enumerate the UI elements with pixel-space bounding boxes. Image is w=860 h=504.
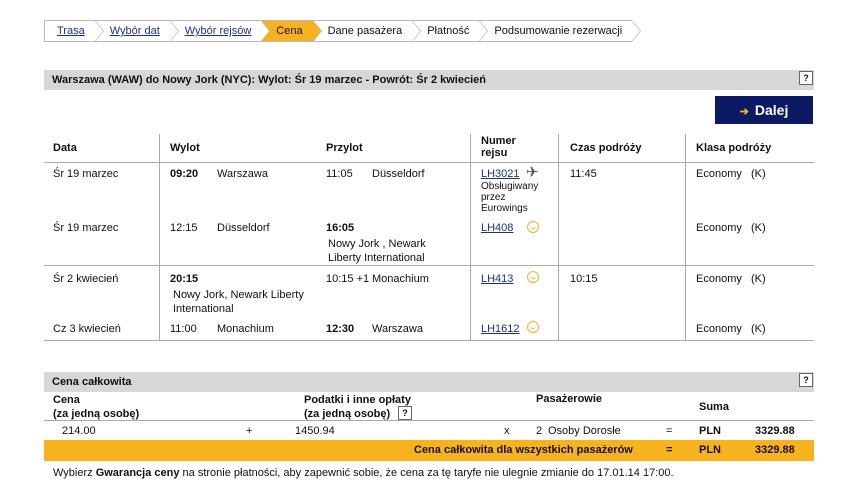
flight-number-link[interactable]: LH413 (481, 273, 513, 285)
lufthansa-logo-icon (527, 271, 539, 283)
class-code: (K) (751, 323, 766, 335)
dep-city: Düsseldorf (217, 222, 270, 234)
travel-class: Economy (696, 323, 742, 335)
class-code: (K) (751, 222, 766, 234)
table-col-divider (685, 134, 686, 341)
dep-time: 09:20 (170, 168, 199, 180)
duration: 10:15 (570, 273, 598, 285)
dep-city: Nowy Jork, Newark Liberty International (173, 289, 304, 315)
breadcrumb-wybor-dat[interactable]: Wybór dat (94, 20, 179, 42)
breadcrumb-dane-pasazera: Dane pasażera (312, 20, 421, 42)
travel-class: Economy (696, 273, 742, 285)
route-header-bar: Warszawa (WAW) do Nowy Jork (NYC): Wylot… (44, 70, 814, 90)
arr-city: Warszawa (372, 323, 423, 335)
class-code: (K) (751, 168, 766, 180)
flight-date: Śr 19 marzec (53, 222, 119, 234)
table-col-divider (159, 134, 160, 341)
price-col-cena: Cena (za jedną osobę) (53, 394, 140, 420)
flight-number-link[interactable]: LH3021 (481, 168, 520, 180)
flight-date: Śr 2 kwiecień (53, 273, 119, 285)
flight-date: Cz 3 kwiecień (53, 323, 121, 335)
dep-time: 20:15 (170, 273, 199, 285)
price-header-text: Cena całkowita (52, 376, 132, 388)
dep-city: Warszawa (217, 168, 268, 180)
total-price-label: Cena całkowita dla wszystkich pasażerów (414, 444, 633, 456)
arr-city: Monachium (372, 273, 429, 285)
plus-sign: + (246, 425, 253, 437)
arr-city: Nowy Jork , Newark Liberty International (328, 238, 426, 264)
dep-time: 11:00 (170, 323, 197, 335)
arr-time: 11:05 (326, 168, 353, 180)
total-price-bar: Cena całkowita dla wszystkich pasażerów … (44, 440, 814, 461)
price-col-suma: Suma (699, 401, 729, 413)
operated-by: Obsługiwany przez Eurowings (481, 181, 539, 214)
price-header-bar: Cena całkowita (44, 372, 814, 392)
lufthansa-logo-icon (527, 321, 539, 333)
price-divider (44, 420, 814, 421)
table-col-divider (470, 134, 471, 341)
equals-sign: = (666, 444, 673, 456)
price-col-taxes: Podatki i inne opłaty (za jedną osobę) (304, 394, 411, 420)
base-price: 214.00 (62, 425, 96, 437)
price-guarantee-note: Wybierz Gwarancja ceny na stronie płatno… (53, 467, 674, 479)
plane-icon: ✈ (526, 164, 539, 181)
col-header-numer: Numer rejsu (481, 135, 516, 159)
currency: PLN (699, 425, 721, 437)
price-help-button[interactable]: ? (799, 373, 813, 387)
arr-city: Düsseldorf (372, 168, 425, 180)
duration: 11:45 (570, 168, 597, 180)
travel-class: Economy (696, 222, 742, 234)
route-help-button[interactable]: ? (799, 71, 813, 85)
arr-time: 16:05 (326, 222, 355, 234)
arr-time: 12:30 (326, 323, 355, 335)
lufthansa-logo-icon (527, 221, 539, 233)
travel-class: Economy (696, 168, 742, 180)
total-sum: 3329.88 (755, 444, 795, 456)
flight-date: Śr 19 marzec (53, 168, 119, 180)
col-header-klasa: Klasa podróży (696, 142, 772, 154)
passenger-count: 2 (536, 425, 543, 437)
taxes-help-button[interactable]: ? (398, 406, 412, 420)
sum-amount: 3329.88 (755, 425, 795, 437)
breadcrumb-platnosc: Płatność (412, 20, 489, 42)
col-header-wylot: Wylot (170, 142, 200, 154)
flight-number-link[interactable]: LH408 (481, 222, 513, 234)
arrow-right-icon: ➔ (739, 106, 749, 118)
col-header-data: Data (53, 142, 77, 154)
taxes-amount: 1450.94 (295, 425, 335, 437)
breadcrumb-wybor-rejsow[interactable]: Wybór rejsów (169, 20, 270, 42)
breadcrumb-podsumowanie: Podsumowanie rezerwacji (479, 20, 641, 42)
flight-number-link[interactable]: LH1612 (481, 323, 520, 335)
dalej-label: Dalej (754, 102, 789, 118)
route-header-text: Warszawa (WAW) do Nowy Jork (NYC): Wylot… (52, 74, 486, 86)
price-col-passengers: Pasażerowie (536, 393, 603, 405)
breadcrumb-trasa[interactable]: Trasa (44, 20, 104, 42)
table-col-divider (558, 134, 559, 341)
equals-sign: = (666, 425, 673, 437)
times-sign: x (504, 425, 510, 437)
passenger-type: Osoby Dorosłe (548, 425, 621, 437)
class-code: (K) (751, 273, 766, 285)
arr-time: 10:15 +1 (326, 273, 370, 285)
dep-city: Monachium (217, 323, 274, 335)
dep-time: 12:15 (170, 222, 198, 234)
total-currency: PLN (699, 444, 721, 456)
col-header-przylot: Przylot (326, 142, 363, 154)
breadcrumb: Trasa Wybór dat Wybór rejsów Cena Dane p… (44, 20, 641, 42)
dalej-button[interactable]: ➔ Dalej (715, 96, 813, 124)
col-header-czas: Czas podróży (570, 142, 642, 154)
